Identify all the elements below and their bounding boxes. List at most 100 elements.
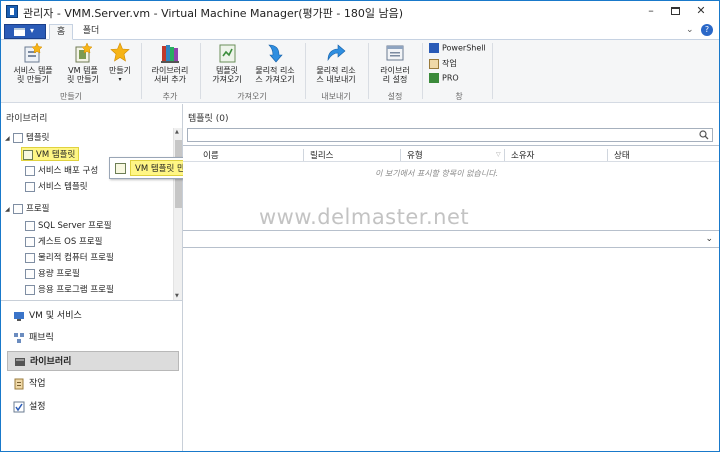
jobs-label: 작업 — [442, 59, 457, 68]
column-header-status[interactable]: 상태 — [614, 149, 630, 161]
nav-label: 라이브러리 — [30, 357, 72, 367]
column-separator[interactable] — [303, 149, 304, 161]
tree-node-physical-computer-profile[interactable]: 물리적 컴퓨터 프로필 — [25, 251, 114, 263]
tree-node-profiles[interactable]: ◢ 프로필 — [5, 202, 49, 214]
nav-label: 패브릭 — [29, 333, 54, 343]
nav-fabric[interactable]: 패브릭 — [7, 328, 179, 348]
group-label-create: 만들기 — [59, 92, 83, 101]
help-icon[interactable]: ? — [701, 24, 713, 36]
vm-template-icon — [75, 42, 93, 63]
document-icon — [14, 28, 25, 36]
tree-node-service-templates[interactable]: 서비스 템플릿 — [25, 180, 88, 192]
nav-library[interactable]: 라이브러리 — [7, 351, 179, 371]
tab-home[interactable]: 홈 — [49, 24, 73, 40]
search-icon[interactable] — [699, 130, 709, 140]
column-header-name[interactable]: 이름 — [203, 149, 219, 161]
tree-node-label: 프로필 — [26, 204, 50, 214]
profile-icon — [25, 252, 35, 263]
library-icon — [15, 358, 25, 366]
chevron-down-icon: ▾ — [118, 76, 122, 83]
close-button[interactable]: ✕ — [691, 3, 711, 19]
file-menu-button[interactable]: ▾ — [4, 24, 46, 39]
profile-icon — [25, 236, 35, 247]
tree-node-application-profile[interactable]: 응용 프로그램 프로필 — [25, 283, 114, 295]
column-header-owner[interactable]: 소유자 — [511, 149, 534, 161]
tree-node-label: 서비스 배포 구성 — [38, 166, 99, 176]
watermark: www.delmaster.net — [259, 205, 470, 229]
title-bar: 관리자 - VMM.Server.vm - Virtual Machine Ma… — [1, 1, 719, 23]
tree-node-service-deploy[interactable]: 서비스 배포 구성 — [25, 164, 98, 176]
group-label-settings: 설정 — [387, 92, 403, 101]
nav-vms-services[interactable]: VM 및 서비스 — [7, 306, 179, 326]
tree-node-label: 응용 프로그램 프로필 — [38, 285, 114, 295]
service-deploy-icon — [25, 165, 35, 176]
create-vm-template-label: VM 템플 릿 만들기 — [67, 66, 99, 84]
create-button[interactable]: 만들기 ▾ — [105, 42, 135, 84]
tree-node-label: 물리적 컴퓨터 프로필 — [38, 253, 114, 263]
maximize-icon — [670, 7, 680, 15]
tree-node-label: 용량 프로필 — [38, 269, 80, 279]
tree-node-vm-templates[interactable]: VM 템플릿 — [21, 147, 80, 161]
tree-node-label: 서비스 템플릿 — [38, 182, 88, 192]
import-template-icon — [219, 44, 236, 63]
pro-label: PRO — [442, 73, 459, 83]
group-label-export: 내보내기 — [321, 92, 351, 101]
panel-divider[interactable] — [1, 300, 183, 301]
tree-node-label: SQL Server 프로필 — [38, 221, 112, 231]
ribbon-separator — [305, 43, 306, 99]
clipboard-icon — [429, 58, 439, 69]
app-icon — [6, 5, 18, 18]
tree-node-capacity-profile[interactable]: 용량 프로필 — [25, 267, 80, 279]
create-service-template-label: 서비스 템플 릿 만들기 — [13, 66, 53, 84]
create-service-template-button[interactable]: 서비스 템플 릿 만들기 — [7, 42, 59, 84]
checkbox-icon — [13, 401, 25, 413]
column-header-type[interactable]: 유형 — [407, 149, 423, 161]
add-library-server-label: 라이브러리 서버 추가 — [151, 66, 189, 84]
tree-scrollbar[interactable]: ▲ ▼ — [173, 128, 182, 300]
profile-icon — [25, 268, 35, 279]
minimize-button[interactable]: – — [641, 3, 661, 19]
tree-node-sql-server-profile[interactable]: SQL Server 프로필 — [25, 219, 112, 231]
profile-icon — [25, 284, 35, 295]
vm-template-icon — [115, 163, 126, 174]
collapse-icon: ◢ — [5, 135, 10, 142]
folder-icon — [13, 132, 23, 143]
import-physical-resource-button[interactable]: 물리적 리소 스 가져오기 — [251, 42, 299, 84]
nav-jobs[interactable]: 작업 — [7, 374, 179, 394]
ribbon-minimize-icon[interactable]: ⌄ — [686, 25, 694, 35]
profile-icon — [25, 220, 35, 231]
jobs-button[interactable]: 작업 — [429, 58, 457, 69]
import-physical-resource-label: 물리적 리소 스 가져오기 — [255, 66, 295, 84]
column-separator[interactable] — [504, 149, 505, 161]
import-template-button[interactable]: 템플릿 가져오기 — [204, 42, 250, 84]
powershell-button[interactable]: PowerShell — [429, 43, 486, 53]
ribbon-separator — [141, 43, 142, 99]
search-input[interactable] — [187, 128, 713, 142]
nav-label: 작업 — [29, 379, 46, 389]
create-vm-template-button[interactable]: VM 템플 릿 만들기 — [61, 42, 105, 84]
library-settings-button[interactable]: 라이브러 리 설정 — [373, 42, 417, 84]
content-title: 템플릿 (0) — [188, 114, 229, 124]
main-content: 템플릿 (0) 이름 릴리스 유형 ▽ 소유자 상태 이 보기에서 표시할 항목… — [183, 104, 719, 451]
column-separator[interactable] — [607, 149, 608, 161]
tree-node-templates[interactable]: ◢ 템플릿 — [5, 131, 49, 143]
maximize-button[interactable] — [665, 3, 685, 19]
tree-node-guest-os-profile[interactable]: 게스트 OS 프로필 — [25, 235, 102, 247]
export-physical-resource-button[interactable]: 물리적 리소 스 내보내기 — [310, 42, 362, 84]
column-separator[interactable] — [400, 149, 401, 161]
vm-template-icon — [23, 149, 33, 160]
column-header-release[interactable]: 릴리스 — [310, 149, 333, 161]
ribbon: 서비스 템플 릿 만들기 VM 템플 릿 만들기 만들기 ▾ 만들기 라이브러리… — [1, 40, 719, 103]
chevron-down-icon[interactable]: ⌄ — [705, 234, 713, 244]
scroll-up-icon[interactable]: ▲ — [175, 129, 179, 135]
pro-icon — [429, 73, 439, 83]
add-library-server-button[interactable]: 라이브러리 서버 추가 — [145, 42, 195, 84]
nav-settings[interactable]: 설정 — [7, 397, 179, 417]
tree-node-label: 템플릿 — [26, 133, 50, 143]
pro-button[interactable]: PRO — [429, 73, 459, 83]
powershell-icon — [429, 43, 439, 53]
powershell-label: PowerShell — [442, 43, 486, 53]
tab-folder[interactable]: 폴더 — [77, 24, 105, 40]
scroll-down-icon[interactable]: ▼ — [175, 293, 179, 299]
settings-window-icon — [386, 45, 404, 61]
